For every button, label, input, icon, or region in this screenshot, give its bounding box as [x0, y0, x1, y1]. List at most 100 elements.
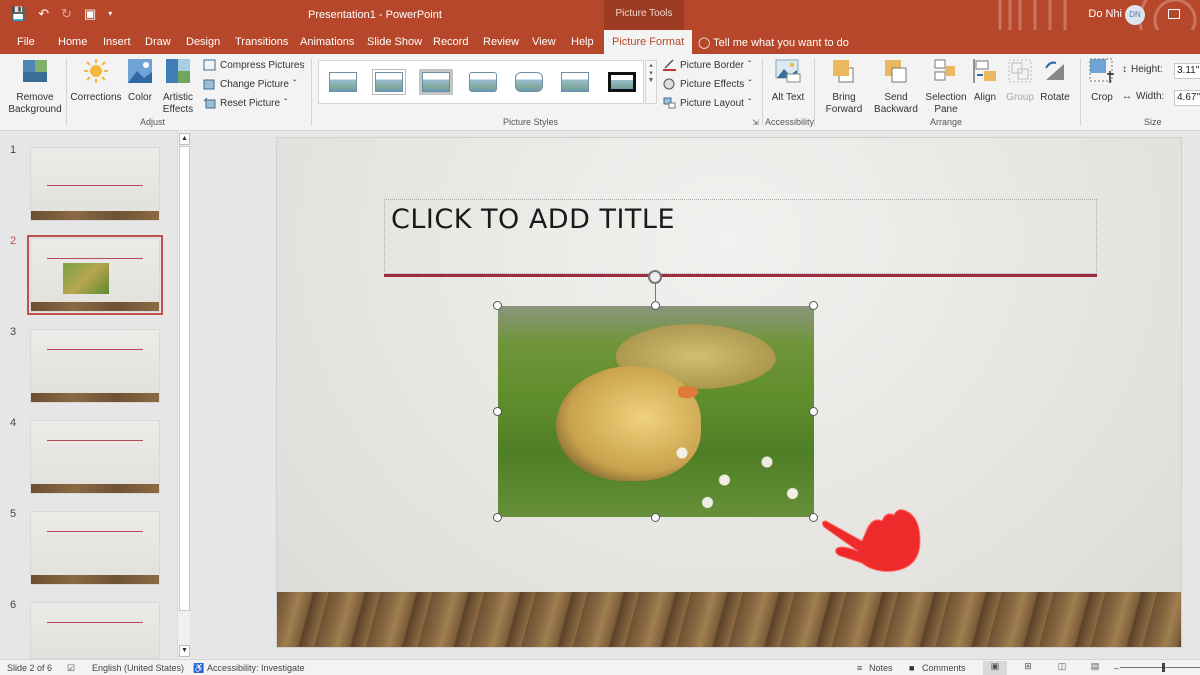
slide-canvas[interactable]: CLICK TO ADD TITLE — [277, 138, 1181, 647]
align-button[interactable]: Align — [970, 58, 1000, 104]
compress-pictures-button[interactable]: Compress Pictures — [203, 59, 304, 71]
slide-thumbnail-6[interactable] — [30, 602, 160, 659]
undo-icon[interactable]: ↶ — [38, 6, 49, 22]
corrections-button[interactable]: Corrections — [70, 58, 122, 104]
tab-record[interactable]: Record — [433, 36, 468, 48]
picture-style-option[interactable] — [375, 72, 403, 92]
picture-style-option[interactable] — [329, 72, 357, 92]
resize-handle-bottom-left[interactable] — [493, 513, 502, 522]
tab-slide-show[interactable]: Slide Show — [367, 36, 422, 48]
artistic-effects-button[interactable]: Artistic Effects — [158, 58, 198, 116]
tab-home[interactable]: Home — [58, 36, 87, 48]
thumbnails-scrollbar[interactable]: ▲ ▼ — [177, 131, 190, 659]
tab-view[interactable]: View — [532, 36, 556, 48]
normal-view-button[interactable]: ▣ — [983, 661, 1007, 675]
tab-help[interactable]: Help — [571, 36, 594, 48]
picture-styles-group-label: Picture Styles — [503, 117, 559, 127]
user-name[interactable]: Do Nhi — [1088, 8, 1122, 20]
present-from-start-icon[interactable]: ▣ — [84, 6, 96, 22]
picture-style-option[interactable] — [608, 72, 636, 92]
picture-effects-button[interactable]: Picture Effects ˇ — [663, 78, 752, 90]
slide-sorter-view-button[interactable]: ⊞ — [1016, 661, 1040, 675]
group-button[interactable]: Group — [1004, 58, 1036, 104]
resize-handle-bottom-right[interactable] — [809, 513, 818, 522]
chevron-down-icon: ˇ — [747, 97, 752, 109]
zoom-out-icon[interactable]: – — [1114, 663, 1119, 673]
separator — [762, 58, 763, 126]
picture-style-option[interactable] — [422, 72, 450, 92]
picture-style-option[interactable] — [561, 72, 589, 92]
scrollbar-thumb[interactable] — [179, 146, 190, 611]
scroll-up-icon[interactable]: ▲ — [179, 133, 190, 145]
picture-border-button[interactable]: Picture Border ˇ — [663, 59, 751, 71]
resize-handle-left[interactable] — [493, 407, 502, 416]
comments-button[interactable]: Comments — [922, 663, 966, 673]
tab-insert[interactable]: Insert — [103, 36, 131, 48]
resize-handle-right[interactable] — [809, 407, 818, 416]
picture-style-option[interactable] — [515, 72, 543, 92]
resize-handle-bottom[interactable] — [651, 513, 660, 522]
reading-view-button[interactable]: ◫ — [1050, 661, 1074, 675]
gallery-scroll[interactable]: ▴ ▾ ▼ — [645, 60, 657, 104]
avatar[interactable]: DN — [1125, 5, 1145, 25]
slide-thumbnail-2[interactable] — [27, 235, 163, 315]
tell-me-search[interactable]: ◯ Tell me what you want to do — [698, 36, 849, 49]
remove-background-icon — [23, 60, 47, 82]
gallery-down-icon[interactable]: ▾ — [646, 69, 656, 77]
alt-text-button[interactable]: Alt Text — [770, 58, 806, 104]
slide-counter: Slide 2 of 6 — [7, 663, 53, 673]
slide-thumbnail-4[interactable] — [30, 420, 160, 494]
selection-pane-button[interactable]: Selection Pane — [924, 58, 968, 116]
rotate-handle[interactable] — [648, 270, 662, 284]
language-indicator[interactable]: English (United States) — [92, 663, 184, 673]
zoom-slider[interactable] — [1120, 663, 1200, 672]
crop-button[interactable]: Crop — [1086, 58, 1118, 104]
remove-background-button[interactable]: Remove Background — [6, 58, 64, 116]
bring-forward-button[interactable]: Bring Forward — [820, 58, 868, 116]
resize-handle-top-right[interactable] — [809, 301, 818, 310]
width-input[interactable]: 4.67" — [1174, 90, 1200, 106]
tab-transitions[interactable]: Transitions — [235, 36, 288, 48]
ribbon-display-options-icon[interactable] — [1168, 9, 1180, 19]
height-control: ↕ Height: — [1122, 64, 1163, 75]
tab-design[interactable]: Design — [186, 36, 220, 48]
change-picture-button[interactable]: Change Picture ˇ — [203, 78, 296, 90]
picture-layout-icon — [663, 97, 676, 109]
slide-thumbnail-5[interactable] — [30, 511, 160, 585]
tab-file[interactable]: File — [17, 36, 35, 48]
save-icon[interactable]: 💾 — [10, 6, 26, 22]
height-input[interactable]: 3.11" — [1174, 63, 1200, 79]
crop-icon — [1089, 58, 1114, 83]
redo-icon[interactable]: ↻ — [61, 6, 72, 22]
slide-show-view-button[interactable]: ▤ — [1083, 661, 1107, 675]
slide-thumbnail-3[interactable] — [30, 329, 160, 403]
reset-picture-icon — [203, 97, 216, 109]
tab-animations[interactable]: Animations — [300, 36, 354, 48]
thumbnail-number: 4 — [10, 417, 17, 429]
send-backward-button[interactable]: Send Backward — [868, 58, 924, 116]
selected-picture[interactable] — [498, 306, 814, 517]
resize-handle-top-left[interactable] — [493, 301, 502, 310]
thumbnail-floor — [31, 211, 159, 220]
spelling-check-icon[interactable]: ☑ — [67, 663, 75, 674]
gallery-up-icon[interactable]: ▴ — [646, 61, 656, 69]
tab-picture-format[interactable]: Picture Format — [604, 30, 693, 54]
picture-styles-dialog-launcher[interactable]: ⇲ — [752, 118, 759, 127]
reset-picture-button[interactable]: Reset Picture ˇ — [203, 97, 287, 109]
zoom-slider-thumb[interactable] — [1162, 663, 1165, 672]
wooden-floor-background — [277, 592, 1181, 647]
rotate-button[interactable]: Rotate — [1038, 58, 1072, 104]
tab-review[interactable]: Review — [483, 36, 519, 48]
color-button[interactable]: Color — [124, 58, 156, 104]
picture-style-option[interactable] — [469, 72, 497, 92]
resize-handle-top[interactable] — [651, 301, 660, 310]
slide-thumbnail-1[interactable] — [30, 147, 160, 221]
gallery-more-icon[interactable]: ▼ — [646, 77, 656, 84]
picture-layout-button[interactable]: Picture Layout ˇ — [663, 97, 751, 109]
tab-draw[interactable]: Draw — [145, 36, 171, 48]
accessibility-status[interactable]: Accessibility: Investigate — [207, 663, 305, 673]
notes-button[interactable]: Notes — [869, 663, 893, 673]
title-placeholder[interactable]: CLICK TO ADD TITLE — [384, 199, 1097, 274]
scroll-down-icon[interactable]: ▼ — [179, 645, 190, 657]
customize-qat-icon[interactable]: ▾ — [108, 6, 112, 22]
